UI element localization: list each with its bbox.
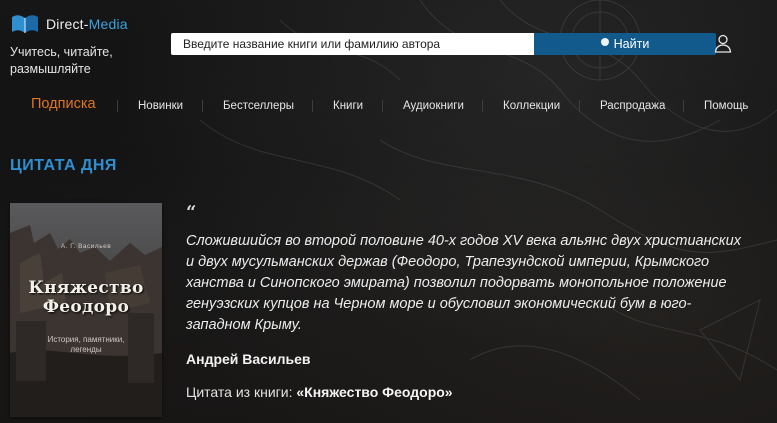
quote-mark-icon: “ [186,202,197,223]
nav-divider [382,100,383,112]
nav-divider [579,100,580,112]
nav-divider [117,100,118,112]
nav-divider [683,100,684,112]
cover-title-line: Феодоро [42,297,130,317]
logo-text-accent: Media [88,16,128,32]
cover-subtitle-line: легенды [70,345,102,354]
nav-item-collections[interactable]: Коллекции [503,96,560,116]
search-input[interactable] [171,33,534,55]
logo-text: Direct-Media [46,16,128,32]
site-tagline: Учитесь, читайте, размышляйте [10,45,113,76]
nav-item-new[interactable]: Новинки [138,96,183,116]
nav-item-help[interactable]: Помощь [704,96,748,116]
quote-of-the-day-title: ЦИТАТА ДНЯ [10,157,117,174]
book-icon [10,12,40,36]
quote-text: Сложившийся во второй половине 40-х годо… [186,233,741,333]
search-button-label: Найти [613,37,650,51]
nav-item-subscription[interactable]: Подписка [31,94,96,114]
cover-subtitle-line: История, памятники, [47,335,125,344]
nav-divider [312,100,313,112]
cover-title: Княжество Феодоро [10,279,162,317]
cover-author: А. Г. Васильев [60,243,112,250]
user-icon[interactable] [713,33,733,53]
nav-item-audiobooks[interactable]: Аудиокниги [403,96,464,116]
quote-author: Андрей Васильев [186,351,311,367]
cover-title-line: Княжество [28,278,144,298]
site-logo[interactable]: Direct-Media [10,12,128,36]
main-nav: Подписка Новинки Бестселлеры Книги Аудио… [0,96,777,116]
search-button-dot-icon [600,38,609,46]
nav-divider [202,100,203,112]
quote-source-prefix: Цитата из книги: [186,384,293,400]
quote-source: Цитата из книги: «Княжество Феодоро» [186,384,453,400]
nav-item-bestsellers[interactable]: Бестселлеры [223,96,294,116]
quote-source-book-link[interactable]: «Княжество Феодоро» [296,384,452,400]
logo-text-prefix: Direct- [46,16,89,32]
nav-divider [482,100,483,112]
nav-item-books[interactable]: Книги [333,96,363,116]
nav-item-sale[interactable]: Распродажа [600,96,665,116]
search-button[interactable]: Найти [534,33,716,55]
book-cover[interactable]: А. Г. Васильев Княжество Феодоро История… [10,203,162,417]
cover-subtitle: История, памятники, легенды [10,335,162,355]
